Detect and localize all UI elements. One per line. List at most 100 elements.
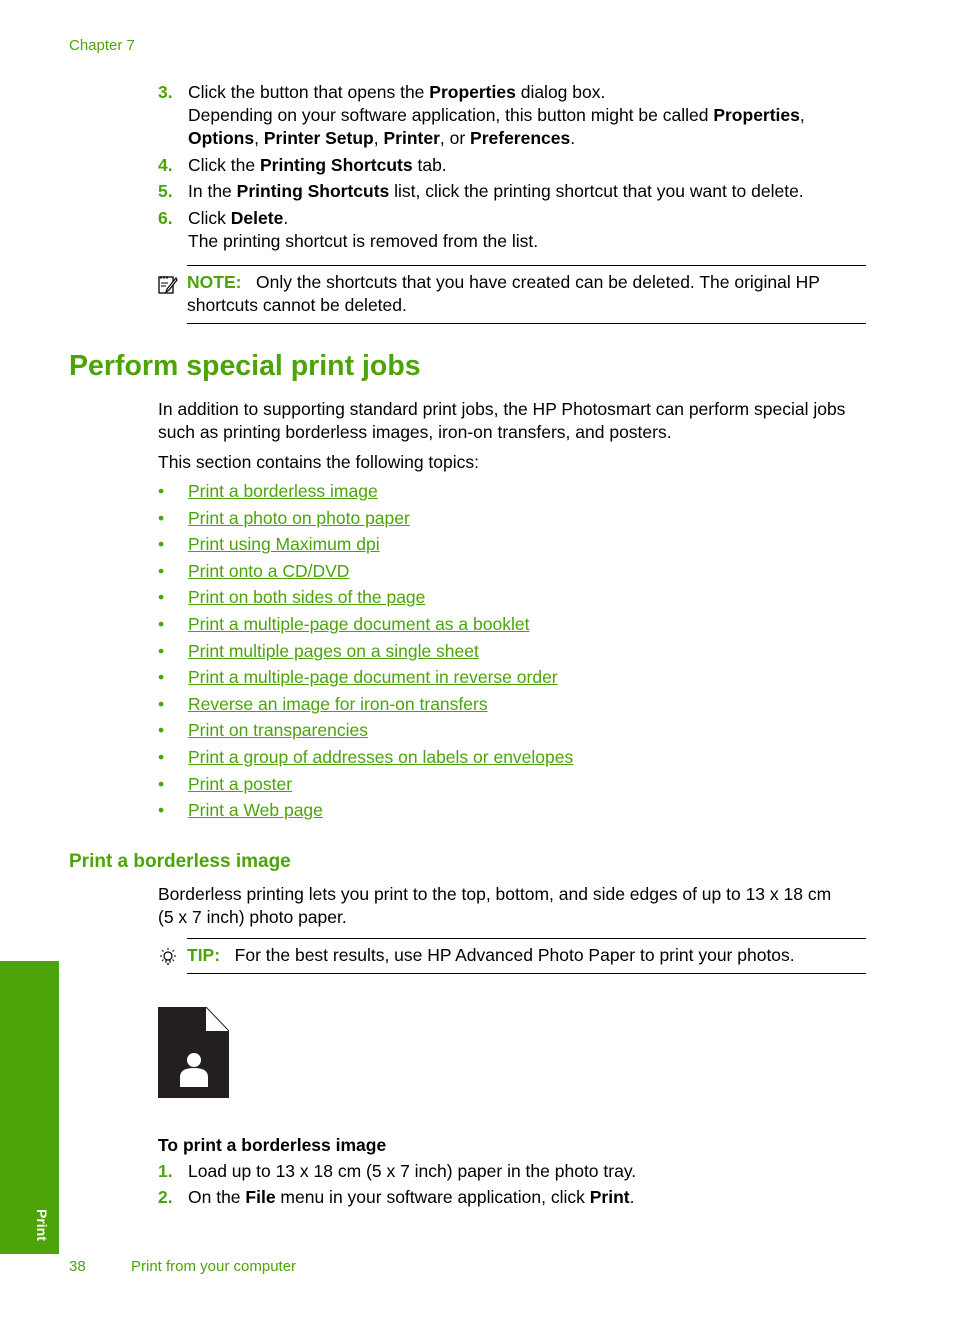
tip-box: TIP: For the best results, use HP Advanc…	[158, 944, 868, 967]
side-tab-label: Print	[34, 1209, 50, 1241]
step-3: 3. Click the button that opens the Prope…	[158, 81, 868, 150]
step-text: menu in your software application, click	[275, 1187, 590, 1207]
note-pencil-icon	[158, 276, 178, 294]
note-top-rule	[187, 265, 866, 266]
bullet: •	[158, 667, 165, 688]
step-result: The printing shortcut is removed from th…	[188, 231, 539, 251]
note-bottom-rule	[187, 323, 866, 324]
description-line: Borderless printing lets you print to th…	[158, 884, 832, 904]
bullet: •	[158, 773, 165, 794]
topic-link[interactable]: Print a Web page	[188, 800, 323, 820]
list-item: • Print on transparencies	[158, 719, 573, 746]
ui-term: Printer	[383, 128, 440, 148]
bullet: •	[158, 560, 165, 581]
subsection-title: Print a borderless image	[69, 851, 291, 872]
topic-link[interactable]: Print a photo on photo paper	[188, 508, 410, 528]
list-item: • Print a group of addresses on labels or…	[158, 746, 573, 773]
ui-term: Printing Shortcuts	[259, 155, 413, 175]
topic-link[interactable]: Print a multiple-page document as a book…	[188, 614, 529, 634]
ui-term: Properties	[713, 105, 800, 125]
topic-link[interactable]: Print on both sides of the page	[188, 587, 425, 607]
lightbulb-icon	[160, 948, 176, 965]
punctuation: .	[629, 1187, 635, 1207]
ui-term: Preferences	[470, 128, 571, 148]
bullet: •	[158, 746, 165, 767]
bullet: •	[158, 481, 165, 501]
note-box: NOTE: Only the shortcuts that you have c…	[158, 271, 868, 317]
list-item: • Reverse an image for iron-on transfers	[158, 693, 573, 720]
intro-line: such as printing borderless images, iron…	[158, 421, 672, 442]
step-5: 5. In the Printing Shortcuts list, click…	[158, 180, 868, 203]
procedure-step-2: 2. On the File menu in your software app…	[158, 1186, 868, 1209]
topics-intro: This section contains the following topi…	[158, 452, 479, 472]
topic-link[interactable]: Reverse an image for iron-on transfers	[188, 694, 488, 714]
ui-term: Printing Shortcuts	[236, 181, 390, 201]
ui-term: File	[245, 1187, 276, 1207]
step-text: tab.	[412, 155, 447, 175]
list-item: • Print a multiple-page document in rever…	[158, 666, 573, 693]
ui-term: Properties	[429, 82, 516, 102]
note-text-line1: Only the shortcuts that you have created…	[256, 272, 820, 292]
bullet: •	[158, 613, 165, 634]
punctuation: ,	[254, 128, 264, 148]
bullet: •	[158, 720, 165, 741]
step-text: dialog box.	[515, 82, 606, 102]
topic-link[interactable]: Print a group of addresses on labels or …	[188, 747, 573, 767]
step-text: Click the button that opens the	[188, 82, 430, 102]
list-item: • Print onto a CD/DVD	[158, 560, 573, 587]
ui-term: Delete	[230, 208, 284, 228]
step-number: 2.	[158, 1187, 173, 1207]
step-number: 3.	[158, 82, 173, 102]
ui-term: Print	[589, 1187, 630, 1207]
description-line: (5 x 7 inch) photo paper.	[158, 906, 347, 927]
list-item: • Print a poster	[158, 773, 573, 800]
step-text: Click the	[188, 155, 260, 175]
tip-text: For the best results, use HP Advanced Ph…	[234, 945, 795, 965]
topic-link[interactable]: Print multiple pages on a single sheet	[188, 641, 479, 661]
step-text: , or	[439, 128, 471, 148]
bullet: •	[158, 534, 165, 555]
procedure-step-1: 1. Load up to 13 x 18 cm (5 x 7 inch) pa…	[158, 1160, 868, 1183]
ui-term: Options	[188, 128, 255, 148]
topic-link[interactable]: Print onto a CD/DVD	[188, 561, 349, 581]
punctuation: ,	[799, 105, 805, 125]
ui-term: Printer Setup	[263, 128, 374, 148]
topic-link[interactable]: Print a multiple-page document in revers…	[188, 667, 558, 687]
topic-link[interactable]: Print using Maximum dpi	[188, 534, 380, 554]
page-number: 38	[69, 1258, 86, 1275]
punctuation: .	[570, 128, 576, 148]
list-item: • Print a multiple-page document as a boo…	[158, 613, 573, 640]
list-item: • Print on both sides of the page	[158, 586, 573, 613]
topics-list: • Print a borderless image • Print a photo…	[158, 480, 573, 826]
step-text: list, click the printing shortcut that y…	[389, 181, 804, 201]
topic-link[interactable]: Print on transparencies	[188, 720, 368, 740]
bullet: •	[158, 507, 165, 528]
note-label: NOTE:	[187, 272, 242, 292]
step-text: Load up to 13 x 18 cm (5 x 7 inch) paper…	[188, 1161, 637, 1181]
step-text: Click	[188, 208, 231, 228]
subsection-description: Borderless printing lets you print to th…	[158, 883, 870, 928]
list-item: • Print using Maximum dpi	[158, 533, 573, 560]
borderless-photo-icon	[158, 1007, 229, 1098]
tip-top-rule	[187, 938, 866, 939]
step-number: 6.	[158, 208, 173, 228]
punctuation: ,	[373, 128, 384, 148]
section-title: Perform special print jobs	[69, 350, 421, 382]
bullet: •	[158, 693, 165, 714]
topic-link[interactable]: Print a poster	[188, 774, 292, 794]
intro-line: In addition to supporting standard print…	[158, 399, 846, 419]
section-intro: In addition to supporting standard print…	[158, 398, 870, 443]
step-number: 4.	[158, 155, 173, 175]
bullet: •	[158, 800, 165, 821]
list-item: • Print multiple pages on a single sheet	[158, 640, 573, 667]
step-number: 1.	[158, 1161, 173, 1181]
side-tab	[0, 961, 59, 1254]
tip-bottom-rule	[187, 973, 866, 974]
footer-section-title: Print from your computer	[131, 1258, 297, 1275]
list-item: • Print a borderless image	[158, 480, 573, 507]
topic-link[interactable]: Print a borderless image	[188, 481, 378, 501]
list-item: • Print a photo on photo paper	[158, 507, 573, 534]
chapter-header: Chapter 7	[69, 37, 135, 54]
step-text: In the	[188, 181, 237, 201]
step-6: 6. Click Delete. The printing shortcut i…	[158, 207, 868, 253]
